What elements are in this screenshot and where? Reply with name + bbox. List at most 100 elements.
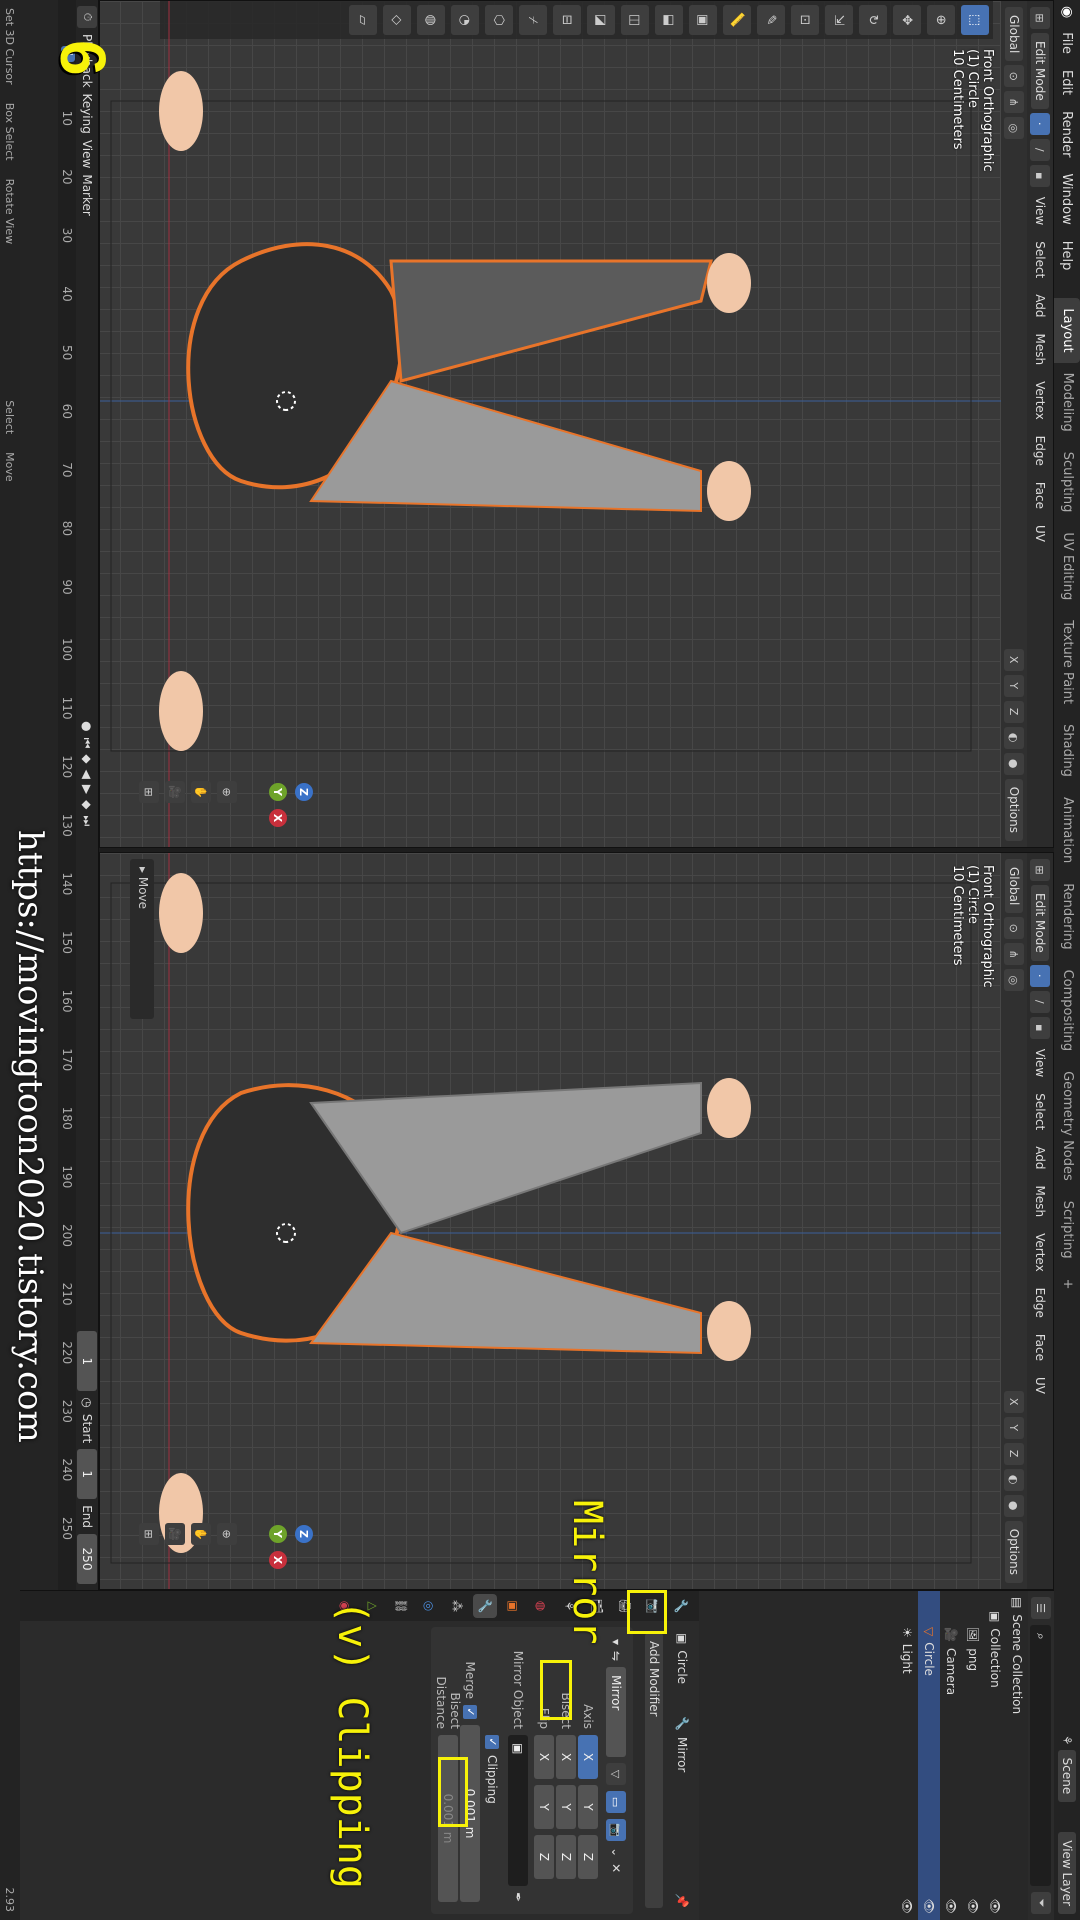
visibility-icon[interactable]: 👁 [900, 1899, 914, 1914]
play-icon[interactable]: ▶ [80, 785, 94, 794]
snap-icon[interactable]: ⋔ [1004, 91, 1024, 114]
pan-hand-icon[interactable]: ✋ [191, 781, 211, 803]
vertex-select-icon[interactable]: · [1030, 964, 1050, 987]
axis-y-toggle[interactable]: Y [578, 1785, 598, 1829]
bisect-y-toggle[interactable]: Y [556, 1785, 576, 1829]
object-tab-icon[interactable]: ▣ [501, 1594, 525, 1618]
flip-y-toggle[interactable]: Y [534, 1785, 554, 1829]
mirror-z-toggle[interactable]: Z [1004, 700, 1024, 723]
menu-view[interactable]: View [1033, 1043, 1047, 1083]
tab-animation[interactable]: Animation [1054, 787, 1080, 873]
flip-z-toggle[interactable]: Z [534, 1835, 554, 1879]
mirror-x-toggle[interactable]: X [1004, 1390, 1024, 1413]
snap-icon[interactable]: ⋔ [1004, 943, 1024, 966]
modifier-name-field[interactable]: Mirror [606, 1667, 626, 1758]
viewport-left[interactable]: ⊞ Edit Mode · / ▪ View Select Add Mesh V… [99, 0, 1054, 848]
show-render-toggle[interactable]: 📷 [606, 1819, 626, 1842]
gizmo-y[interactable]: Y [269, 1525, 287, 1543]
overlay-icon[interactable]: ◐ [1004, 1468, 1024, 1491]
tab-compositing[interactable]: Compositing [1054, 960, 1080, 1062]
tool-tab-icon[interactable]: 🔧 [669, 1594, 693, 1618]
bisect-z-toggle[interactable]: Z [556, 1835, 576, 1879]
tab-scripting[interactable]: Scripting [1054, 1191, 1080, 1269]
outliner-item[interactable]: ▽ Circle 👁 [918, 1591, 940, 1920]
outliner-item[interactable]: ▣ Collection 👁 [984, 1591, 1006, 1920]
mode-selector[interactable]: Edit Mode [1031, 33, 1049, 109]
outliner-item[interactable]: ▤ Scene Collection [1006, 1591, 1028, 1920]
prev-key-icon[interactable]: ◆ [80, 754, 94, 763]
mode-selector[interactable]: Edit Mode [1031, 885, 1049, 961]
collapse-icon[interactable]: ▾ [609, 1639, 623, 1645]
visibility-icon[interactable]: 👁 [922, 1899, 936, 1914]
menu-help[interactable]: Help [1060, 233, 1075, 279]
gizmo-x[interactable]: X [269, 809, 287, 827]
proportional-edit-icon[interactable]: ◎ [1004, 969, 1024, 992]
menu-vertex[interactable]: Vertex [1033, 1227, 1047, 1278]
timeline-editor-icon[interactable]: ⏱ [77, 6, 97, 28]
perspective-grid-icon[interactable]: ⊞ [139, 781, 159, 803]
frame-ruler[interactable]: 0102030405060708090100110120130140150160… [58, 0, 76, 1590]
gizmo-z[interactable]: Z [295, 1525, 313, 1543]
tab-uv-editing[interactable]: UV Editing [1054, 522, 1080, 610]
menu-mesh[interactable]: Mesh [1033, 1180, 1047, 1224]
edit-mode-toggle[interactable]: ▽ [606, 1763, 626, 1786]
outliner-item[interactable]: ☀ Light 👁 [896, 1591, 918, 1920]
filter-icon[interactable]: ⏷ [1031, 1892, 1051, 1914]
tab-sculpting[interactable]: Sculpting [1054, 442, 1080, 523]
tab-rendering[interactable]: Rendering [1054, 873, 1080, 959]
menu-mesh[interactable]: Mesh [1033, 328, 1047, 372]
menu-edge[interactable]: Edge [1033, 1282, 1047, 1324]
menu-add[interactable]: Add [1033, 1140, 1047, 1175]
orientation-selector[interactable]: Global [1005, 859, 1023, 914]
outliner-editor-icon[interactable]: ☰ [1031, 1597, 1051, 1619]
menu-face[interactable]: Face [1033, 1328, 1047, 1367]
tab-layout[interactable]: Layout [1054, 298, 1080, 363]
mirror-z-toggle[interactable]: Z [1004, 1442, 1024, 1465]
clock-icon[interactable]: ◷ [80, 1397, 94, 1407]
delete-modifier-icon[interactable]: ✕ [609, 1863, 623, 1873]
add-modifier-button[interactable]: Add Modifier [645, 1633, 663, 1908]
editor-type-icon[interactable]: ⊞ [1030, 859, 1050, 881]
options-dropdown[interactable]: Options [1005, 1520, 1023, 1583]
outliner-item[interactable]: 🎥 Camera 👁 [940, 1591, 962, 1920]
constraints-tab-icon[interactable]: ⛓ [389, 1594, 413, 1618]
vertex-select-icon[interactable]: · [1030, 112, 1050, 135]
jump-start-icon[interactable]: ⏮ [80, 738, 95, 749]
outliner-search[interactable]: ⌕ [1030, 1625, 1052, 1886]
pivot-icon[interactable]: ⊙ [1004, 917, 1024, 940]
overlay-icon[interactable]: ◐ [1004, 726, 1024, 749]
view-layer-selector[interactable]: View Layer [1058, 1832, 1076, 1914]
visibility-icon[interactable]: 👁 [944, 1899, 958, 1914]
start-frame-field[interactable]: 1 [77, 1449, 97, 1500]
particles-tab-icon[interactable]: ⁂ [445, 1594, 469, 1618]
menu-face[interactable]: Face [1033, 476, 1047, 515]
next-key-icon[interactable]: ◆ [80, 800, 94, 809]
world-tab-icon[interactable]: ◍ [529, 1594, 553, 1618]
eyedropper-icon[interactable]: ✒ [511, 1892, 525, 1902]
viewport-right[interactable]: ⊞ Edit Mode · / ▪ View Select Add Mesh V… [99, 852, 1054, 1590]
menu-uv[interactable]: UV [1033, 519, 1047, 548]
mirror-object-field[interactable]: ▣ [508, 1735, 528, 1886]
options-dropdown[interactable]: Options [1005, 778, 1023, 841]
axis-z-toggle[interactable]: Z [578, 1835, 598, 1879]
menu-marker[interactable]: Marker [80, 174, 94, 215]
mirror-y-toggle[interactable]: Y [1004, 674, 1024, 697]
orientation-selector[interactable]: Global [1005, 7, 1023, 62]
clipping-checkbox[interactable]: ✓ [485, 1735, 499, 1749]
show-viewport-toggle[interactable]: ▭ [606, 1791, 626, 1814]
pan-hand-icon[interactable]: ✋ [191, 1523, 211, 1545]
shading-solid-icon[interactable]: ● [1004, 1494, 1024, 1517]
mirror-x-toggle[interactable]: X [1004, 648, 1024, 671]
record-icon[interactable]: ● [80, 721, 94, 731]
perspective-grid-icon[interactable]: ⊞ [139, 1523, 159, 1545]
menu-select[interactable]: Select [1033, 1087, 1047, 1136]
shading-solid-icon[interactable]: ● [1004, 752, 1024, 775]
flip-x-toggle[interactable]: X [534, 1735, 554, 1779]
edge-select-icon[interactable]: / [1030, 138, 1050, 161]
last-operator-panel[interactable]: ▸ Move [130, 859, 154, 1019]
visibility-icon[interactable]: 👁 [988, 1899, 1002, 1914]
gizmo-z[interactable]: Z [295, 783, 313, 801]
tab-texture-paint[interactable]: Texture Paint [1054, 610, 1080, 714]
gizmo-y[interactable]: Y [269, 783, 287, 801]
edge-select-icon[interactable]: / [1030, 990, 1050, 1013]
